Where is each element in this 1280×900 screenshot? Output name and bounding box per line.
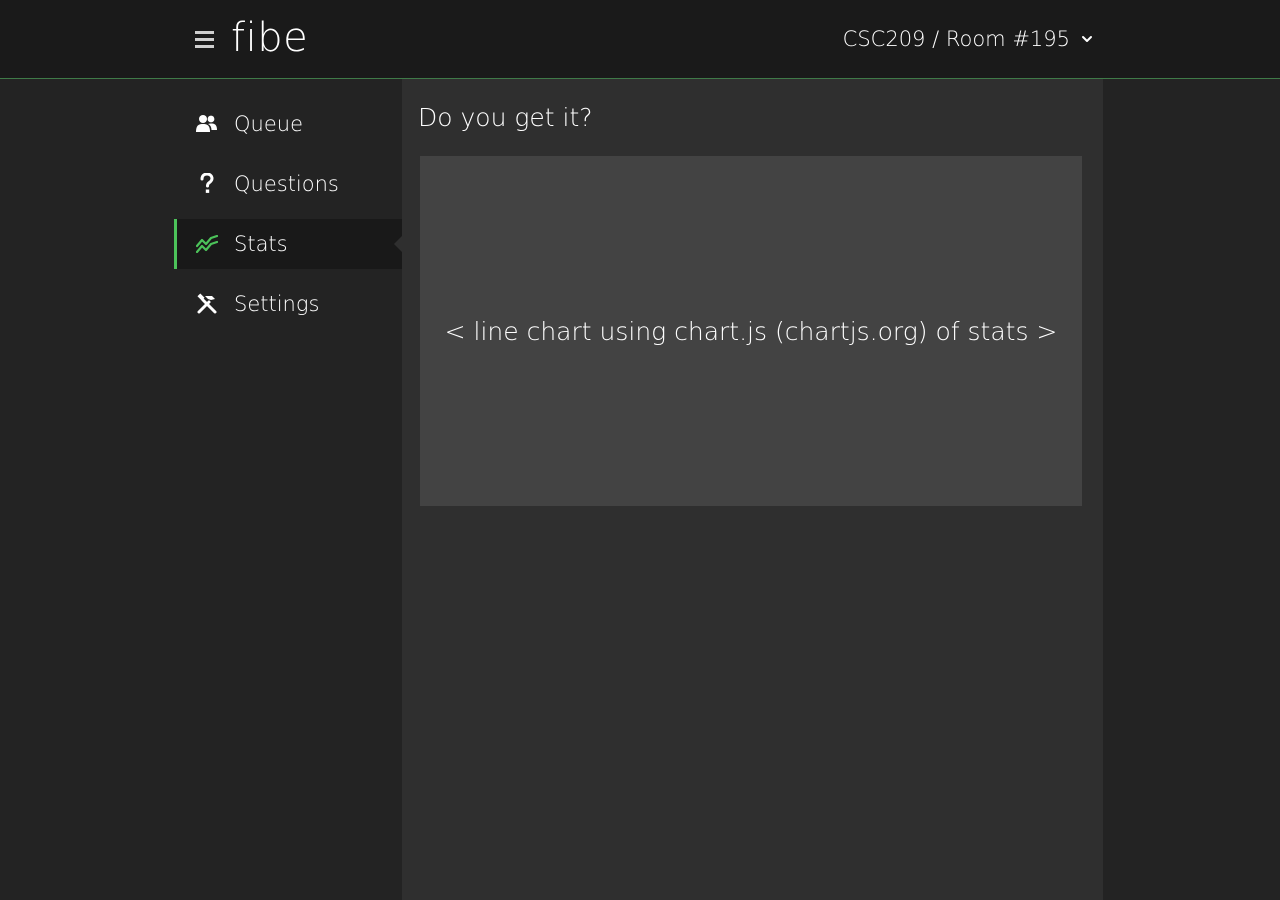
room-selector-label: CSC209 / Room #195	[842, 27, 1070, 51]
sidebar-item-settings[interactable]: Settings	[174, 279, 402, 329]
page-title: Do you get it?	[418, 103, 593, 132]
chart-placeholder-text: < line chart using chart.js (chartjs.org…	[444, 316, 1058, 346]
question-mark-icon	[195, 172, 219, 196]
sidebar-item-label: Settings	[234, 292, 320, 316]
sidebar-item-label: Stats	[234, 232, 288, 256]
main-content: Do you get it? < line chart using chart.…	[402, 79, 1103, 900]
tools-icon	[195, 292, 219, 316]
sidebar-item-queue[interactable]: Queue	[174, 99, 402, 149]
stats-chart-area: < line chart using chart.js (chartjs.org…	[420, 156, 1082, 506]
room-selector[interactable]: CSC209 / Room #195	[843, 24, 1094, 54]
users-icon	[195, 112, 219, 136]
sidebar-item-questions[interactable]: Questions	[174, 159, 402, 209]
sidebar-item-label: Queue	[234, 112, 303, 136]
sidebar: Queue Questions Stats Settings	[174, 79, 402, 900]
app-logo[interactable]: fibe	[231, 12, 308, 64]
sidebar-item-label: Questions	[234, 172, 339, 196]
top-bar: fibe CSC209 / Room #195	[0, 0, 1280, 79]
hamburger-menu-icon[interactable]	[195, 31, 215, 48]
sidebar-item-stats[interactable]: Stats	[174, 219, 402, 269]
chevron-down-icon	[1082, 36, 1092, 42]
line-chart-icon	[195, 232, 219, 256]
